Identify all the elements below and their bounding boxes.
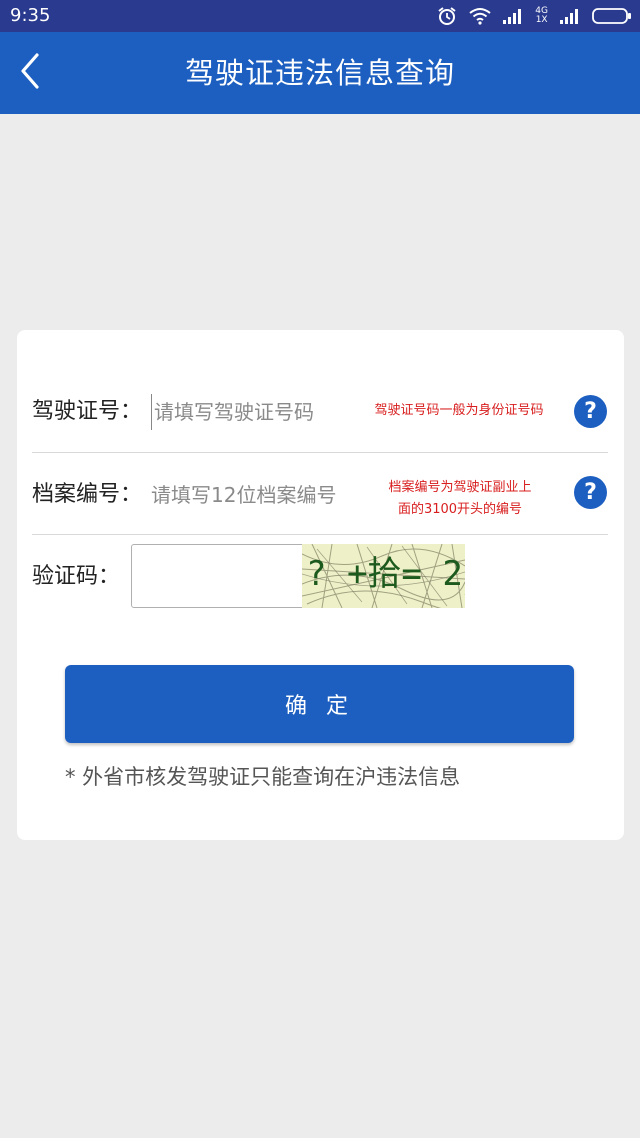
license-number-row: 驾驶证号： 驾驶证号码一般为身份证号码 ?	[17, 372, 624, 452]
license-number-hint: 驾驶证号码一般为身份证号码	[374, 403, 544, 418]
page-title: 驾驶证违法信息查询	[184, 56, 455, 90]
signal-icon	[503, 8, 523, 24]
battery-icon	[592, 8, 632, 24]
captcha-input[interactable]	[131, 544, 309, 608]
status-bar: 9:35 4G 1X	[0, 0, 640, 32]
notice-text: * 外省市核发驾驶证只能查询在沪违法信息	[65, 765, 461, 789]
status-icons: 4G 1X	[437, 4, 632, 28]
divider	[32, 534, 608, 535]
file-number-label: 档案编号：	[32, 482, 143, 507]
captcha-image[interactable]: ? +拾= 20	[302, 544, 465, 608]
license-number-label: 驾驶证号：	[32, 399, 143, 424]
captcha-label: 验证码：	[32, 564, 121, 589]
network-type-label: 4G 1X	[535, 6, 548, 25]
file-number-input[interactable]	[151, 477, 371, 513]
help-icon[interactable]: ?	[574, 476, 607, 509]
file-number-row: 档案编号： 档案编号为驾驶证副业上面的3100开头的编号 ?	[17, 453, 624, 535]
status-time: 9:35	[10, 5, 51, 26]
wifi-icon	[469, 7, 491, 25]
query-form-card: 驾驶证号： 驾驶证号码一般为身份证号码 ? 档案编号： 档案编号为驾驶证副业上面…	[17, 330, 624, 840]
app-bar: 驾驶证违法信息查询	[0, 32, 640, 114]
help-icon[interactable]: ?	[574, 395, 607, 428]
signal-icon	[560, 8, 580, 24]
confirm-button[interactable]: 确 定	[65, 665, 574, 743]
captcha-text: ? +拾= 20	[306, 554, 465, 594]
file-number-hint: 档案编号为驾驶证副业上面的3100开头的编号	[388, 480, 532, 517]
alarm-icon	[437, 6, 457, 26]
license-number-input[interactable]	[151, 394, 364, 430]
